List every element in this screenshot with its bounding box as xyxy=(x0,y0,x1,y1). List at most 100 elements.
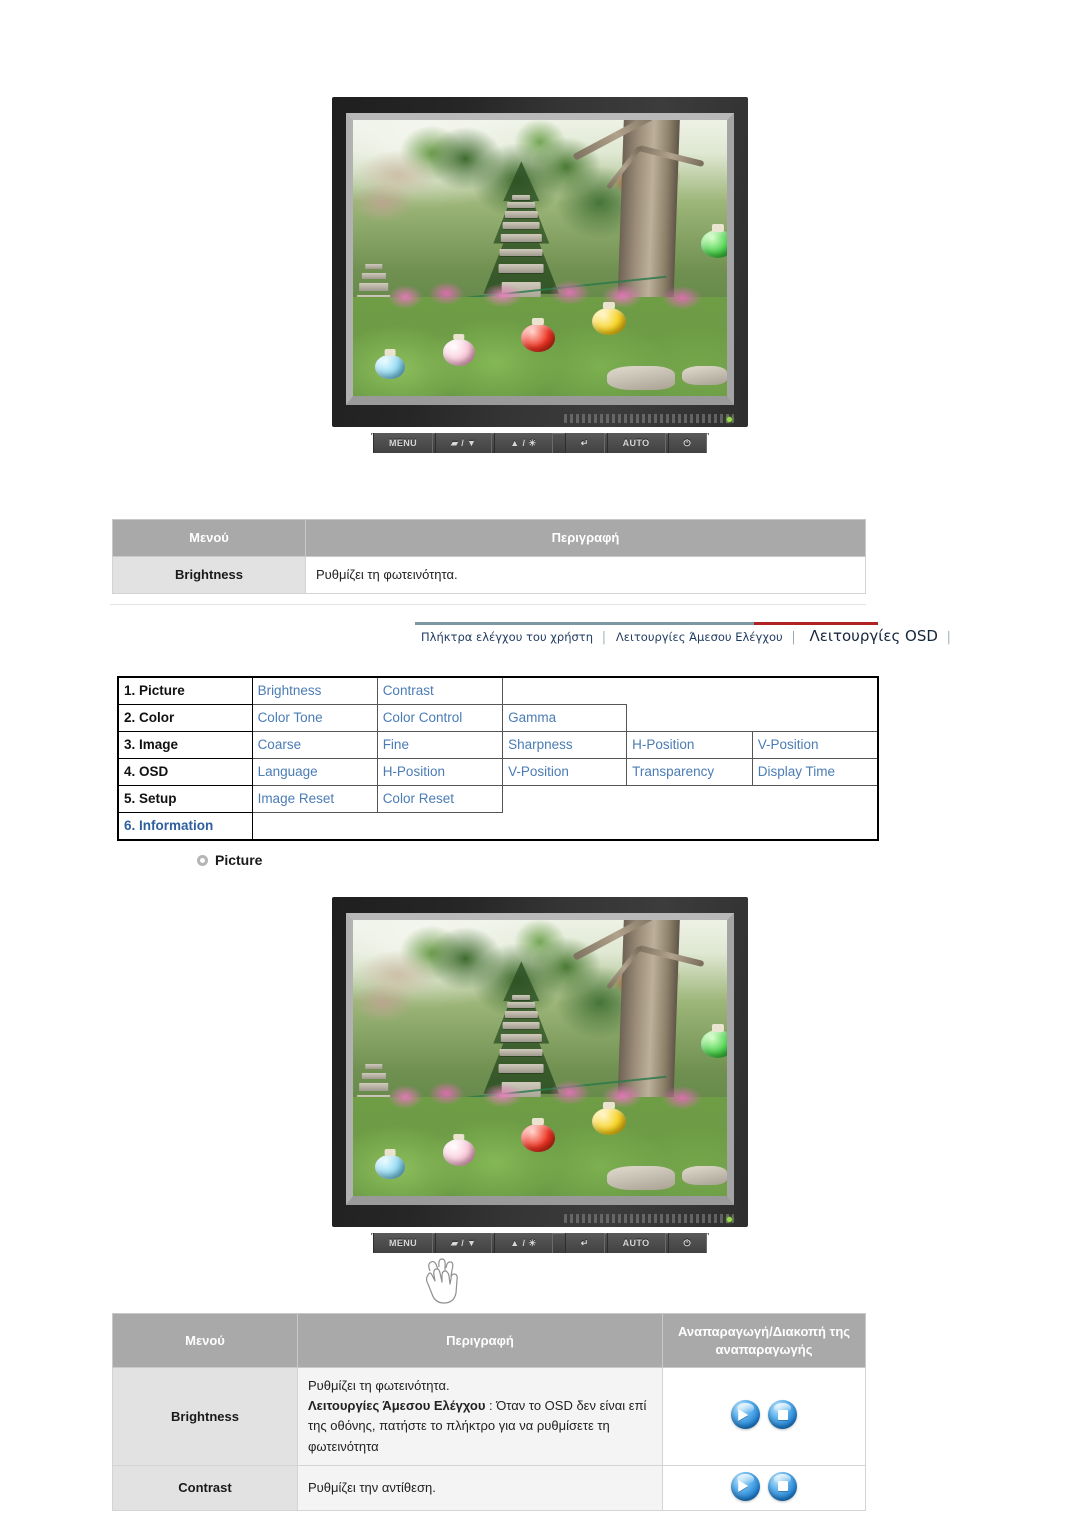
detail-row-description-brightness: Ρυθμίζει τη φωτεινότητα. Λειτουργίες Άμε… xyxy=(297,1367,663,1466)
osd-item-color-control[interactable]: Color Control xyxy=(376,704,504,732)
nav-item-direct-controls[interactable]: Λειτουργίες Άμεσου Ελέγχου xyxy=(610,630,789,644)
osd-item-contrast[interactable]: Contrast xyxy=(376,676,504,705)
power-led-icon xyxy=(727,1217,732,1222)
osd-item-sharpness[interactable]: Sharpness xyxy=(502,731,628,759)
osd-group-picture[interactable]: 1. Picture xyxy=(117,676,253,705)
scene-rock-2 xyxy=(682,1165,727,1185)
scene-flowerbed xyxy=(353,274,727,319)
osd-item-osd-v-position[interactable]: V-Position xyxy=(502,758,628,786)
monitor-control-bar-top: MENU ▰ / ▼ ▲ / ☀ ↵ AUTO ⏻ xyxy=(371,433,709,453)
osd-item-osd-h-position[interactable]: H-Position xyxy=(376,758,504,786)
osd-item-brightness[interactable]: Brightness xyxy=(251,676,378,705)
osd-item-display-time[interactable]: Display Time xyxy=(751,758,879,786)
bezel-control-labels xyxy=(564,414,734,423)
power-led-icon xyxy=(727,417,732,422)
desc-direct-control-label: Λειτουργίες Άμεσου Ελέγχου xyxy=(308,1398,486,1414)
brightness-up-button[interactable]: ▲ / ☀ xyxy=(494,1233,553,1253)
monitor-screen xyxy=(353,920,727,1196)
osd-group-color[interactable]: 2. Color xyxy=(117,704,253,732)
nav-item-user-controls[interactable]: Πλήκτρα ελέγχου του χρήστη xyxy=(415,630,599,644)
osd-item-image-reset[interactable]: Image Reset xyxy=(251,785,378,813)
brightness-down-button[interactable]: ▰ / ▼ xyxy=(435,1233,493,1253)
power-button[interactable]: ⏻ xyxy=(667,433,707,453)
osd-group-osd[interactable]: 4. OSD xyxy=(117,758,253,786)
monitor: MENU ▰ / ▼ ▲ / ☀ ↵ AUTO ⏻ xyxy=(332,897,748,1304)
nav-separator-3: │ xyxy=(945,632,953,644)
auto-button[interactable]: AUTO xyxy=(606,1233,666,1253)
table-row: Contrast Ρυθμίζει την αντίθεση. xyxy=(112,1464,866,1511)
picture-detail-table: Μενού Περιγραφή Αναπαραγωγή/Διακοπή της … xyxy=(112,1312,866,1511)
osd-empty-cell xyxy=(502,785,878,813)
osd-item-language[interactable]: Language xyxy=(251,758,378,786)
osd-empty-cell xyxy=(252,812,878,840)
detail-row-description-contrast: Ρυθμίζει την αντίθεση. xyxy=(297,1464,663,1511)
summary-header-menu: Μενού xyxy=(112,519,306,557)
scene-lantern-yellow xyxy=(592,1107,627,1136)
osd-empty-cell xyxy=(502,677,878,705)
enter-source-button[interactable]: ↵ xyxy=(564,1233,605,1253)
monitor-inner-bezel xyxy=(346,913,734,1205)
scene-lantern-green xyxy=(700,1030,727,1058)
table-row: Brightness Ρυθμίζει τη φωτεινότητα. Λειτ… xyxy=(112,1367,866,1466)
table-row: 6. Information xyxy=(117,812,878,841)
scene-lantern-yellow xyxy=(592,307,627,336)
control-bar-gap xyxy=(555,1233,563,1253)
brightness-up-button[interactable]: ▲ / ☀ xyxy=(494,433,553,453)
osd-item-image-h-position[interactable]: H-Position xyxy=(626,731,753,759)
scene-rock-1 xyxy=(607,365,675,391)
scene-lantern-green xyxy=(700,230,727,258)
nav-item-osd-functions[interactable]: Λειτουργίες OSD xyxy=(800,627,944,645)
summary-row-description: Ρυθμίζει τη φωτεινότητα. xyxy=(305,555,866,594)
section-divider xyxy=(110,604,866,605)
scene-rock-2 xyxy=(682,365,727,385)
hand-pointer-icon xyxy=(420,1255,466,1315)
scene-lantern-red xyxy=(521,1124,555,1152)
section-heading-picture: Picture xyxy=(197,852,262,868)
menu-button[interactable]: MENU xyxy=(373,1233,434,1253)
monitor-illustration-top: MENU ▰ / ▼ ▲ / ☀ ↵ AUTO ⏻ xyxy=(0,97,1080,453)
summary-row-menu: Brightness xyxy=(112,555,306,594)
detail-row-icons-contrast xyxy=(662,1464,866,1511)
osd-item-gamma[interactable]: Gamma xyxy=(502,704,628,732)
osd-item-coarse[interactable]: Coarse xyxy=(251,731,378,759)
nav-separator-1: │ xyxy=(601,632,608,644)
monitor-screen xyxy=(353,120,727,396)
table-row: 5. Setup Image Reset Color Reset xyxy=(117,785,878,813)
osd-item-image-v-position[interactable]: V-Position xyxy=(751,731,879,759)
osd-group-information[interactable]: 6. Information xyxy=(117,812,253,841)
table-row: 4. OSD Language H-Position V-Position Tr… xyxy=(117,758,879,786)
bezel-control-labels xyxy=(564,1214,734,1223)
scene-lantern-pink xyxy=(442,339,475,366)
table-row: 3. Image Coarse Fine Sharpness H-Positio… xyxy=(117,731,879,759)
brightness-down-button[interactable]: ▰ / ▼ xyxy=(435,433,493,453)
power-button[interactable]: ⏻ xyxy=(667,1233,707,1253)
nav-separator-2: │ xyxy=(790,632,798,644)
nav-item-list: Πλήκτρα ελέγχου του χρήστη │ Λειτουργίες… xyxy=(415,627,955,645)
table-header-row: Μενού Περιγραφή xyxy=(112,519,866,557)
stop-icon[interactable] xyxy=(768,1471,797,1501)
osd-item-fine[interactable]: Fine xyxy=(376,731,504,759)
playstop-icon-group xyxy=(731,1471,797,1501)
ring-bullet-icon xyxy=(197,854,208,866)
osd-group-image[interactable]: 3. Image xyxy=(117,731,253,759)
play-icon[interactable] xyxy=(731,1400,760,1430)
scene-lantern-red xyxy=(521,324,555,352)
monitor-illustration-bottom: MENU ▰ / ▼ ▲ / ☀ ↵ AUTO ⏻ xyxy=(0,897,1080,1304)
nav-rule-accent xyxy=(754,622,878,625)
monitor-inner-bezel xyxy=(346,113,734,405)
enter-source-button[interactable]: ↵ xyxy=(564,433,605,453)
monitor-control-bar-bottom: MENU ▰ / ▼ ▲ / ☀ ↵ AUTO ⏻ xyxy=(371,1233,709,1253)
table-header-row: Μενού Περιγραφή Αναπαραγωγή/Διακοπή της … xyxy=(112,1312,866,1369)
play-icon[interactable] xyxy=(731,1471,760,1501)
osd-item-color-reset[interactable]: Color Reset xyxy=(376,785,504,813)
stop-icon[interactable] xyxy=(768,1400,797,1430)
auto-button[interactable]: AUTO xyxy=(606,433,666,453)
page-title: Picture xyxy=(215,852,263,868)
menu-button[interactable]: MENU xyxy=(373,433,434,453)
osd-item-color-tone[interactable]: Color Tone xyxy=(251,704,378,732)
osd-group-setup[interactable]: 5. Setup xyxy=(117,785,253,813)
nav-rule xyxy=(415,622,754,625)
desc-line-1: Ρυθμίζει τη φωτεινότητα. xyxy=(308,1378,450,1394)
detail-header-menu: Μενού xyxy=(112,1312,298,1369)
osd-item-transparency[interactable]: Transparency xyxy=(626,758,753,786)
